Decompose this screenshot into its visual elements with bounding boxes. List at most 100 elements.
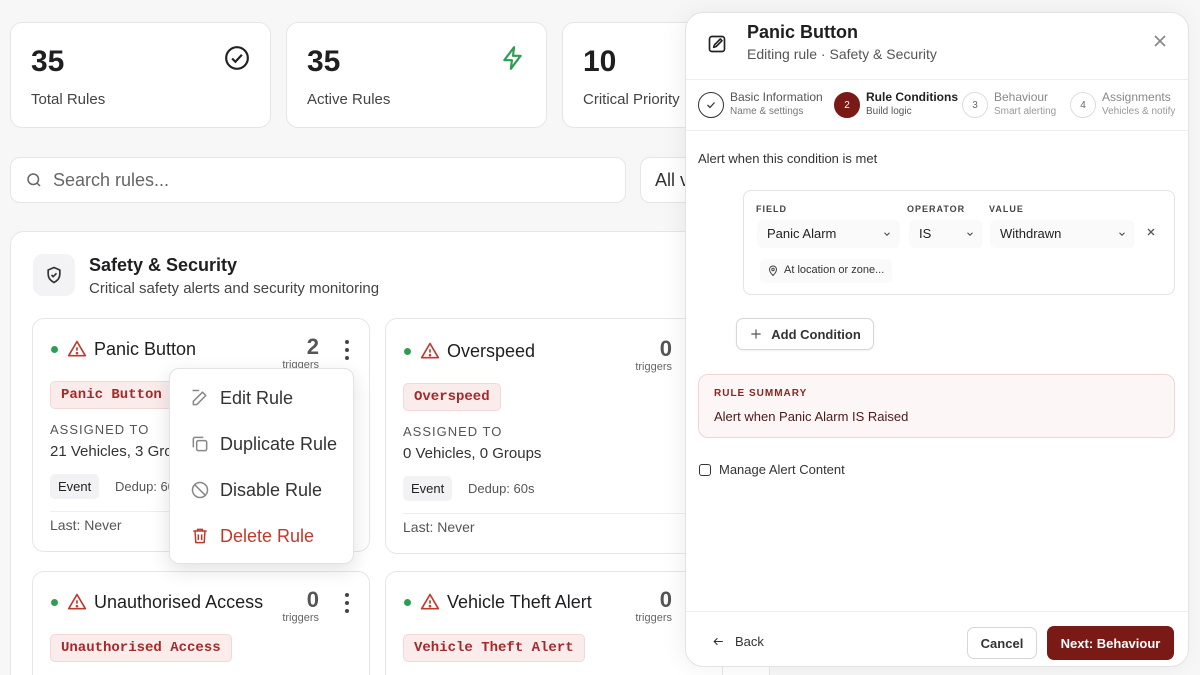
trigger-label: triggers [635, 612, 672, 624]
add-condition-button[interactable]: Add Condition [736, 318, 874, 350]
assigned-label: ASSIGNED TO [403, 424, 503, 439]
stat-card-total: 35 Total Rules [10, 22, 271, 128]
trigger-label: triggers [282, 612, 319, 624]
search-box[interactable] [10, 157, 626, 203]
lightning-icon [503, 46, 522, 70]
back-button[interactable]: Back [712, 634, 764, 649]
trigger-label: triggers [635, 361, 672, 373]
chevron-down-icon [1119, 232, 1125, 236]
operator-header: OPERATOR [907, 204, 966, 214]
rule-type-badge: Event [50, 474, 100, 499]
step-assignments[interactable]: 4 Assignments Vehicles & notify [1070, 90, 1175, 118]
edit-icon [192, 389, 207, 406]
rule-code-badge: Panic Button [50, 381, 173, 409]
rule-card-unauthorised-access[interactable]: Unauthorised Access 0 triggers Unauthori… [32, 571, 370, 675]
menu-item-edit-rule[interactable]: Edit Rule [170, 375, 353, 421]
menu-item-disable-rule[interactable]: Disable Rule [170, 467, 353, 513]
step-number: 2 [834, 92, 860, 118]
step-basic-information[interactable]: Basic Information Name & settings [698, 90, 823, 118]
menu-item-duplicate-rule[interactable]: Duplicate Rule [170, 421, 353, 467]
menu-item-delete-rule[interactable]: Delete Rule [170, 513, 353, 559]
rule-card-overspeed[interactable]: Overspeed 0 triggers Overspeed ASSIGNED … [385, 318, 723, 554]
step-subtitle: Smart alerting [994, 106, 1057, 117]
step-behaviour[interactable]: 3 Behaviour Smart alerting [962, 90, 1056, 118]
field-header: FIELD [756, 204, 787, 214]
location-placeholder: At location or zone... [784, 264, 885, 276]
search-input[interactable] [53, 169, 573, 191]
step-complete-indicator [698, 92, 724, 118]
group-title: Safety & Security [89, 255, 238, 275]
warning-icon [420, 593, 440, 610]
rule-name: Overspeed [447, 341, 536, 361]
manage-alert-content-toggle[interactable]: Manage Alert Content [699, 462, 845, 477]
location-input[interactable]: At location or zone... [760, 259, 893, 283]
value-select[interactable]: Withdrawn [990, 220, 1135, 248]
active-status-dot [404, 599, 411, 606]
cancel-button[interactable]: Cancel [967, 627, 1037, 659]
assigned-value: 0 Vehicles, 0 Groups [403, 445, 542, 462]
plus-icon [751, 329, 761, 339]
rule-type-badge: Event [403, 476, 453, 501]
shield-check-icon [47, 266, 61, 284]
remove-condition-icon[interactable] [1145, 226, 1157, 238]
warning-icon [67, 340, 87, 357]
next-button[interactable]: Next: Behaviour [1047, 626, 1174, 660]
rule-name: Vehicle Theft Alert [447, 592, 592, 612]
rule-card-vehicle-theft-alert[interactable]: Vehicle Theft Alert 0 triggers Vehicle T… [385, 571, 723, 675]
summary-text: Alert when Panic Alarm IS Raised [714, 409, 909, 424]
rule-code-badge: Vehicle Theft Alert [403, 634, 585, 662]
stat-label: Total Rules [31, 91, 106, 108]
duplicate-icon [192, 436, 208, 452]
close-icon[interactable] [1150, 31, 1170, 51]
step-subtitle: Name & settings [730, 106, 804, 117]
stat-value: 35 [31, 45, 65, 78]
back-label: Back [735, 634, 764, 649]
check-circle-icon [225, 46, 249, 70]
rule-name: Unauthorised Access [94, 592, 264, 612]
menu-item-label: Duplicate Rule [220, 433, 338, 454]
more-options-icon[interactable] [343, 339, 351, 361]
dedup-value: Dedup: 60s [468, 481, 535, 496]
chevron-down-icon [967, 232, 973, 236]
rule-name: Panic Button [94, 339, 197, 359]
rule-context-menu: Edit Rule Duplicate Rule Disable Rule De… [169, 368, 354, 564]
rule-summary: RULE SUMMARY Alert when Panic Alarm IS R… [698, 374, 1175, 438]
chevron-down-icon [884, 232, 890, 236]
trigger-count: 2 [306, 334, 319, 359]
warning-icon [67, 593, 87, 610]
rule-code-badge: Unauthorised Access [50, 634, 232, 662]
more-options-icon[interactable] [343, 592, 351, 614]
value-header: VALUE [989, 204, 1024, 214]
step-subtitle: Vehicles & notify [1102, 106, 1176, 117]
checkbox[interactable] [699, 463, 711, 476]
condition-instruction: Alert when this condition is met [698, 151, 878, 166]
search-icon [27, 173, 41, 187]
arrow-left-icon [713, 637, 723, 646]
step-title: Assignments [1102, 90, 1171, 104]
stat-label: Active Rules [307, 91, 391, 108]
operator-select-value: IS [919, 226, 932, 241]
step-number: 3 [962, 92, 988, 118]
field-select-value: Panic Alarm [767, 226, 837, 241]
value-select-value: Withdrawn [1000, 226, 1062, 241]
active-status-dot [51, 346, 58, 353]
rule-code-badge: Overspeed [403, 383, 501, 411]
add-condition-label: Add Condition [771, 326, 861, 342]
assigned-label: ASSIGNED TO [50, 422, 150, 437]
trigger-count: 0 [306, 587, 319, 612]
step-rule-conditions[interactable]: 2 Rule Conditions Build logic [834, 90, 958, 118]
step-subtitle: Build logic [866, 106, 912, 117]
trigger-count: 0 [659, 336, 672, 361]
operator-select[interactable]: IS [909, 220, 983, 248]
manage-alert-content-label: Manage Alert Content [719, 462, 845, 477]
field-select[interactable]: Panic Alarm [757, 220, 900, 248]
group-icon-wrap [33, 254, 75, 296]
wizard-steps: Basic Information Name & settings 2 Rule… [686, 79, 1188, 131]
menu-item-label: Edit Rule [220, 387, 294, 408]
step-number: 4 [1070, 92, 1096, 118]
active-status-dot [51, 599, 58, 606]
location-pin-icon [768, 265, 778, 277]
panel-subtitle: Editing rule · Safety & Security [747, 46, 937, 62]
last-triggered: Last: Never [50, 517, 122, 533]
last-triggered: Last: Never [403, 519, 475, 535]
